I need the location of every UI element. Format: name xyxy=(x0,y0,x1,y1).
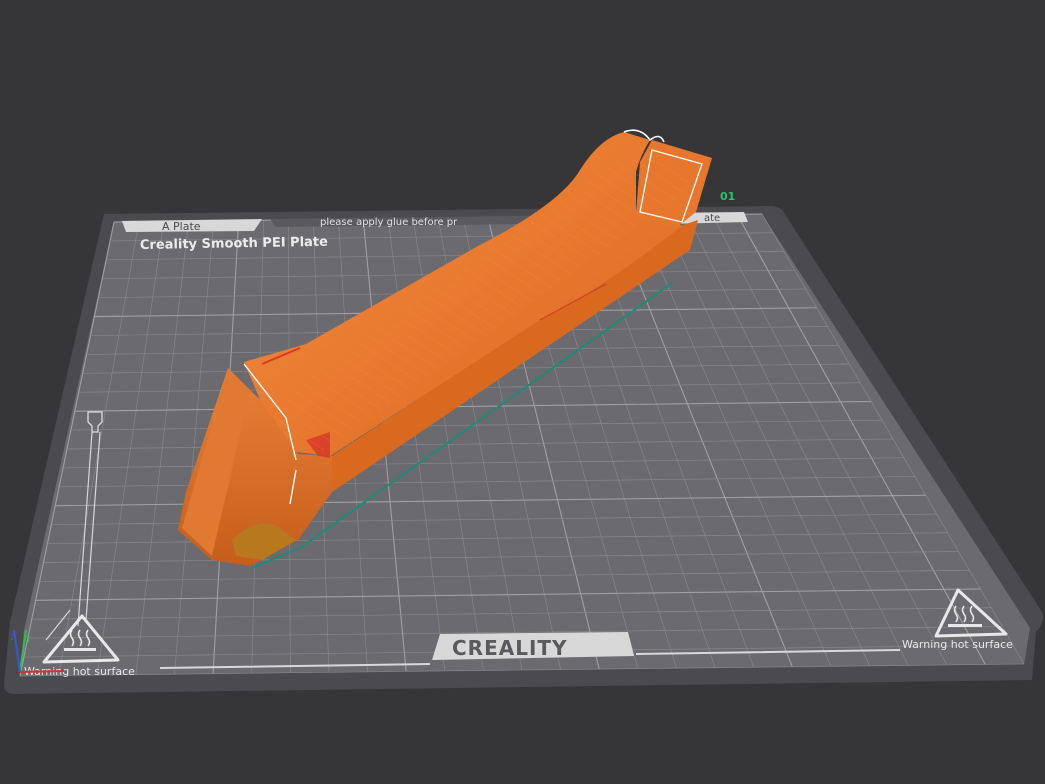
brand-logo: CREALITY xyxy=(452,636,568,660)
z-axis-label: Z xyxy=(10,633,16,642)
scene-canvas[interactable]: A Plate please apply glue before pr ate … xyxy=(0,0,1045,784)
warning-text-right: Warning hot surface xyxy=(902,638,1013,651)
y-axis-label: Y xyxy=(25,635,31,644)
plate-notice: please apply glue before pr xyxy=(320,217,458,228)
plate-number: 01 xyxy=(720,190,735,203)
x-axis xyxy=(19,670,65,673)
3d-viewport[interactable]: A Plate please apply glue before pr ate … xyxy=(0,0,1045,784)
plate-tab-right-label: ate xyxy=(704,213,720,224)
plate-tab-label: A Plate xyxy=(162,220,201,233)
